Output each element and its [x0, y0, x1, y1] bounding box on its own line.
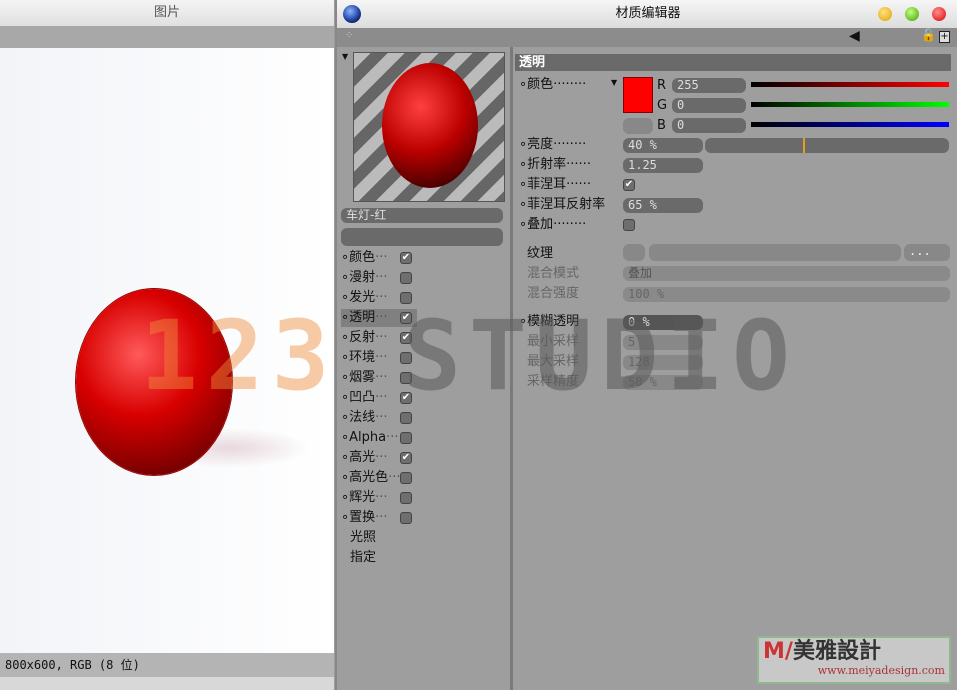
lock-icon[interactable]: 🔓 — [921, 28, 936, 42]
brightness-slider[interactable] — [705, 138, 949, 153]
brightness-label: ∘亮度········ — [519, 137, 587, 152]
g-label: G — [657, 98, 668, 113]
color-swatch[interactable] — [623, 77, 653, 113]
channel-checkbox[interactable] — [400, 272, 412, 284]
r-label: R — [657, 78, 667, 93]
channel-lighting[interactable]: 光照 — [350, 529, 376, 547]
watermark: 123 STUDIO — [140, 300, 798, 412]
app-logo-icon — [343, 5, 361, 23]
image-status: 800x600, RGB (8 位) — [0, 653, 334, 677]
back-arrow-icon[interactable]: ◀ — [849, 28, 860, 44]
fresnel-label: ∘菲涅耳······ — [519, 177, 591, 192]
preview-sphere — [382, 63, 478, 188]
blend-mode-label: 混合模式 — [527, 266, 580, 281]
channel-label: 漫射 — [349, 270, 376, 285]
channel-label: Alpha — [349, 430, 387, 445]
additive-checkbox[interactable] — [623, 219, 635, 231]
refraction-label: ∘折射率······ — [519, 157, 591, 172]
channel-checkbox[interactable] — [400, 412, 412, 424]
channel-label: 辉光 — [349, 490, 376, 505]
grip-icon[interactable]: ⁘ — [345, 30, 353, 41]
g-input[interactable]: 0 — [672, 98, 746, 113]
r-input[interactable]: 255 — [672, 78, 746, 93]
viewer-title: 图片 — [0, 0, 334, 26]
channel-checkbox[interactable] — [400, 472, 412, 484]
brightness-knob[interactable] — [802, 138, 805, 153]
material-name-field[interactable]: 车灯-红 — [341, 208, 503, 223]
b-label: B — [657, 118, 666, 133]
viewer-toolbar — [0, 26, 334, 48]
texture-menu-button[interactable] — [623, 244, 645, 261]
maximize-button[interactable] — [905, 7, 919, 21]
color-picker-button[interactable] — [623, 118, 653, 134]
b-input[interactable]: 0 — [672, 118, 746, 133]
refraction-input[interactable]: 1.25 — [623, 158, 703, 173]
channel-checkbox[interactable]: ✔ — [400, 452, 412, 464]
channel-checkbox[interactable] — [400, 512, 412, 524]
blend-mode-select[interactable]: 叠加 — [623, 266, 950, 281]
channel-label: 法线 — [349, 410, 376, 425]
channel-checkbox[interactable]: ✔ — [400, 252, 412, 264]
channel-assign[interactable]: 指定 — [350, 549, 376, 567]
editor-titlebar: 材质编辑器 — [337, 0, 957, 28]
channel-label: 颜色 — [349, 250, 376, 265]
material-scroll[interactable] — [341, 228, 503, 246]
channel-checkbox[interactable] — [400, 492, 412, 504]
r-slider[interactable] — [751, 82, 949, 87]
material-preview[interactable] — [353, 52, 505, 202]
channel-label: 置换 — [349, 510, 376, 525]
new-window-icon[interactable]: + — [939, 31, 950, 43]
channel-checkbox[interactable] — [400, 432, 412, 444]
color-label: ∘颜色········ — [519, 77, 587, 92]
editor-title: 材质编辑器 — [615, 6, 681, 21]
section-header: 透明 — [515, 54, 951, 71]
channel-label: 高光 — [349, 450, 376, 465]
brightness-input[interactable]: 40 % — [623, 138, 703, 153]
editor-toolbar: ⁘ ◀ 🔓 + — [337, 28, 957, 47]
texture-label: 纹理 — [527, 246, 554, 261]
fresnel-reflect-label: ∘菲涅耳反射率 — [519, 197, 606, 212]
close-button[interactable] — [932, 7, 946, 21]
minimize-button[interactable] — [878, 7, 892, 21]
additive-label: ∘叠加········ — [519, 217, 587, 232]
menu-arrow-icon[interactable]: ▼ — [342, 52, 348, 61]
brand-logo: M/美雅設計 www.meiyadesign.com — [757, 636, 951, 684]
g-slider[interactable] — [751, 102, 949, 107]
b-slider[interactable] — [751, 122, 949, 127]
channel-label: 高光色 — [349, 470, 389, 485]
color-menu-arrow-icon[interactable]: ▼ — [611, 78, 617, 87]
fresnel-reflect-input[interactable]: 65 % — [623, 198, 703, 213]
fresnel-checkbox[interactable]: ✔ — [623, 179, 635, 191]
texture-browse-button[interactable]: ... — [904, 244, 950, 261]
texture-field[interactable] — [649, 244, 901, 261]
